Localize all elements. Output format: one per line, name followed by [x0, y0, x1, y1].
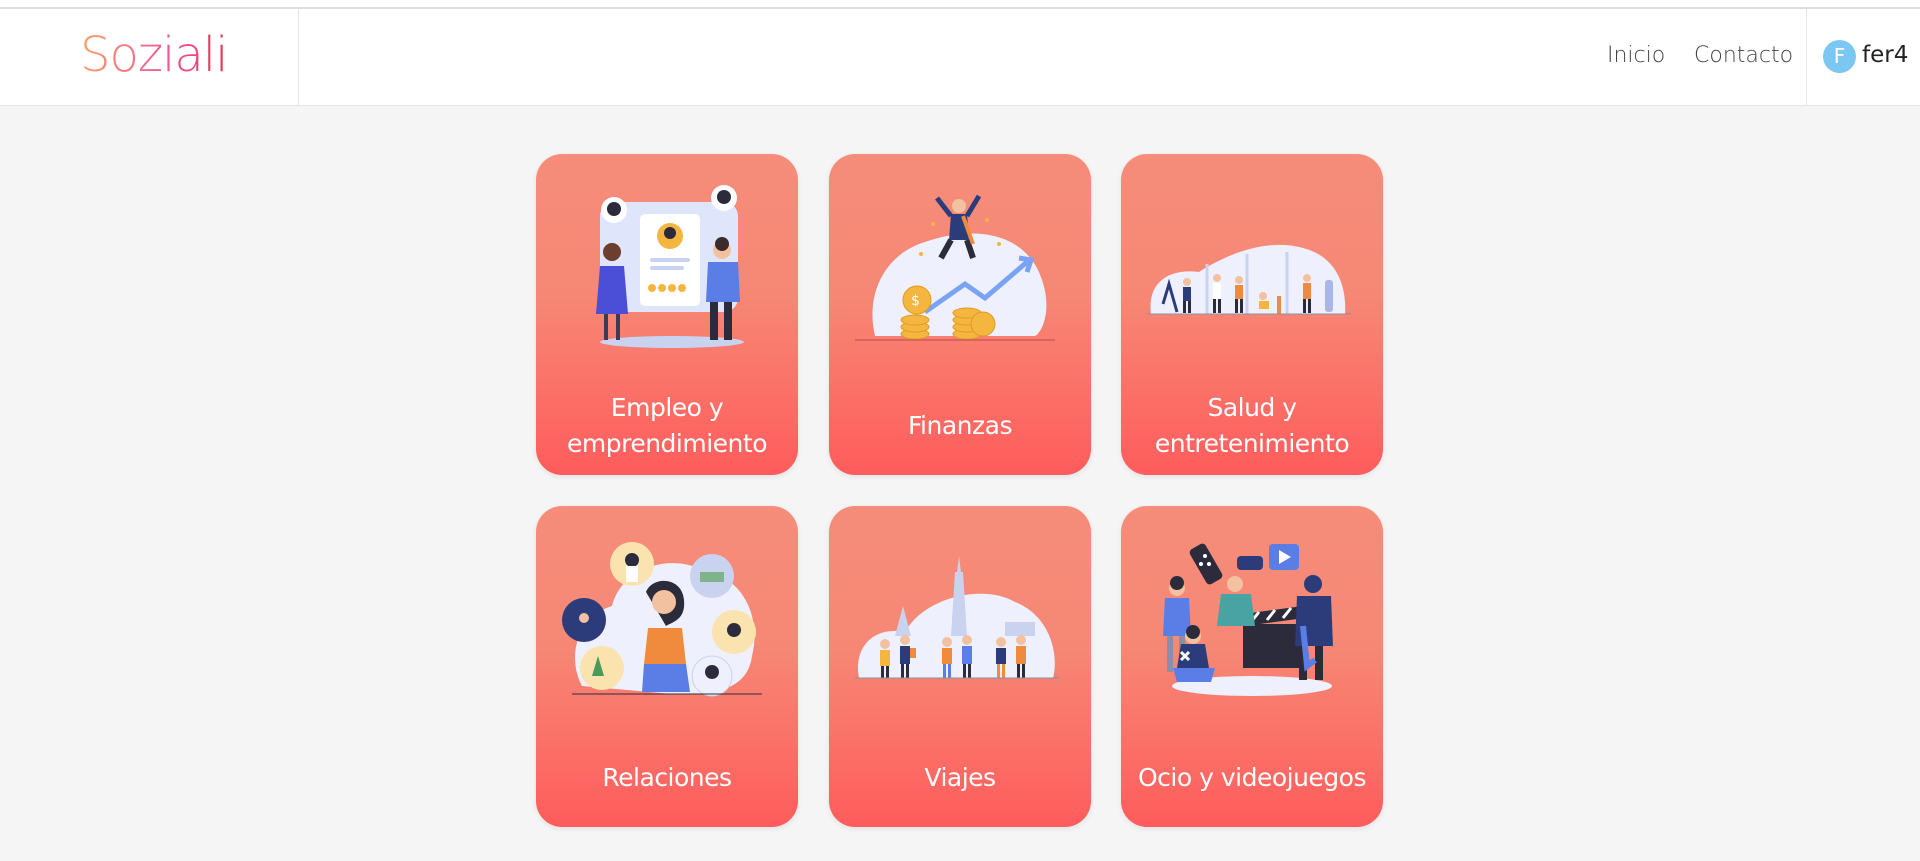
- card-label: Salud y entretenimiento: [1154, 393, 1350, 458]
- fitness-illustration-icon: [1147, 244, 1351, 315]
- category-card-relaciones[interactable]: Relaciones: [536, 506, 798, 827]
- brand-logo[interactable]: Soziali: [80, 27, 228, 83]
- username: fer4: [1862, 42, 1909, 68]
- category-card-empleo[interactable]: Empleo y emprendimiento: [536, 154, 798, 475]
- leisure-games-illustration-icon: [1163, 543, 1333, 696]
- brand-cell: Soziali: [0, 9, 299, 106]
- travel-illustration-icon: [855, 556, 1059, 679]
- top-edge: [0, 0, 1920, 9]
- svg-text:$: $: [911, 293, 920, 309]
- card-label: Empleo y emprendimiento: [567, 393, 768, 458]
- card-label: Finanzas: [908, 411, 1012, 440]
- nav-link-contacto[interactable]: Contacto: [1694, 43, 1793, 68]
- category-card-finanzas[interactable]: $ Finanzas: [829, 154, 1091, 475]
- finance-illustration-icon: $: [855, 194, 1055, 341]
- category-card-ocio[interactable]: Ocio y videojuegos: [1121, 506, 1383, 827]
- card-label: Viajes: [924, 763, 996, 792]
- employment-illustration-icon: [596, 185, 744, 348]
- category-card-salud[interactable]: Salud y entretenimiento: [1121, 154, 1383, 475]
- category-card-viajes[interactable]: Viajes: [829, 506, 1091, 827]
- card-label: Ocio y videojuegos: [1138, 763, 1367, 792]
- relationships-illustration-icon: [562, 542, 762, 697]
- user-menu[interactable]: F fer4: [1806, 9, 1920, 106]
- top-navbar: Soziali Inicio Contacto F fer4: [0, 9, 1920, 106]
- nav-link-inicio[interactable]: Inicio: [1607, 43, 1665, 68]
- avatar: F: [1823, 40, 1856, 73]
- card-label: Relaciones: [602, 763, 732, 792]
